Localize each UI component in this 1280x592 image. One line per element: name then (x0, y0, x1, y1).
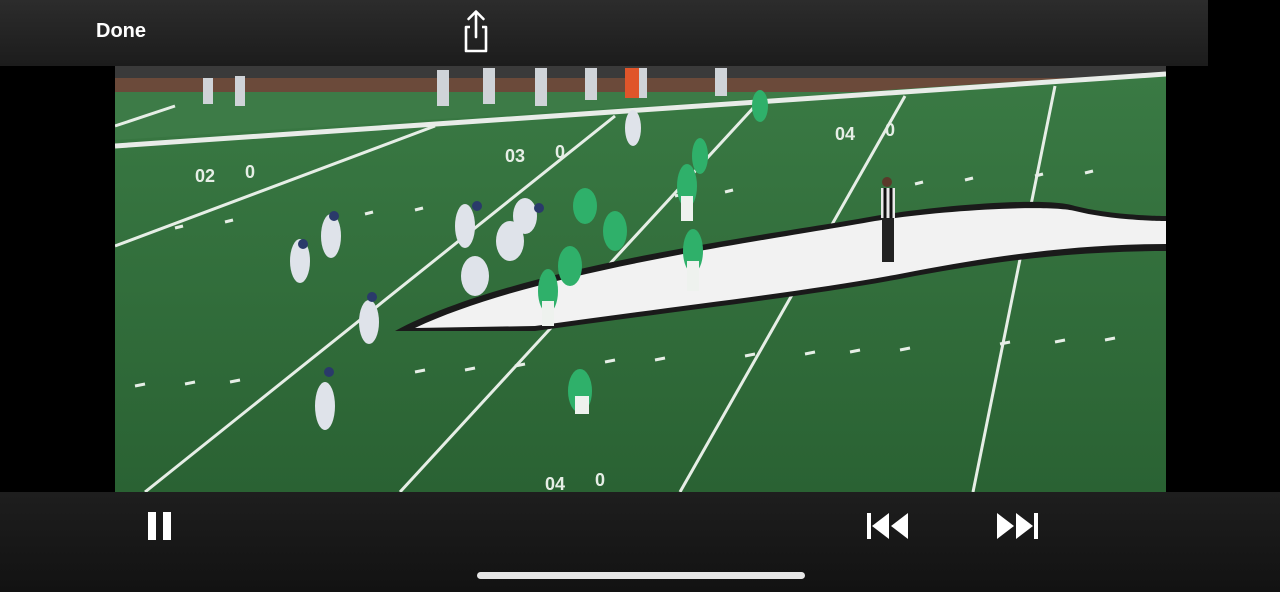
skip-back-button[interactable] (866, 510, 912, 542)
svg-text:0: 0 (245, 162, 255, 182)
svg-text:03: 03 (505, 146, 525, 166)
svg-text:02: 02 (195, 166, 215, 186)
skip-forward-icon (997, 513, 1038, 539)
pause-icon (148, 512, 171, 540)
skip-forward-button[interactable] (993, 510, 1039, 542)
skip-back-icon (867, 513, 908, 539)
svg-text:0: 0 (555, 142, 565, 162)
svg-text:0: 0 (885, 120, 895, 140)
video-frame-image: 02 0 03 0 04 0 04 0 (115, 66, 1166, 492)
share-button[interactable] (456, 8, 496, 54)
video-player[interactable]: 02 0 03 0 04 0 04 0 (115, 66, 1166, 492)
svg-text:04: 04 (835, 124, 855, 144)
home-indicator[interactable] (477, 572, 805, 579)
done-button[interactable]: Done (96, 20, 146, 43)
share-icon (464, 10, 488, 53)
svg-text:04: 04 (545, 474, 565, 492)
pause-button[interactable] (146, 511, 174, 541)
top-bar: Done (0, 0, 1208, 66)
svg-text:0: 0 (595, 470, 605, 490)
